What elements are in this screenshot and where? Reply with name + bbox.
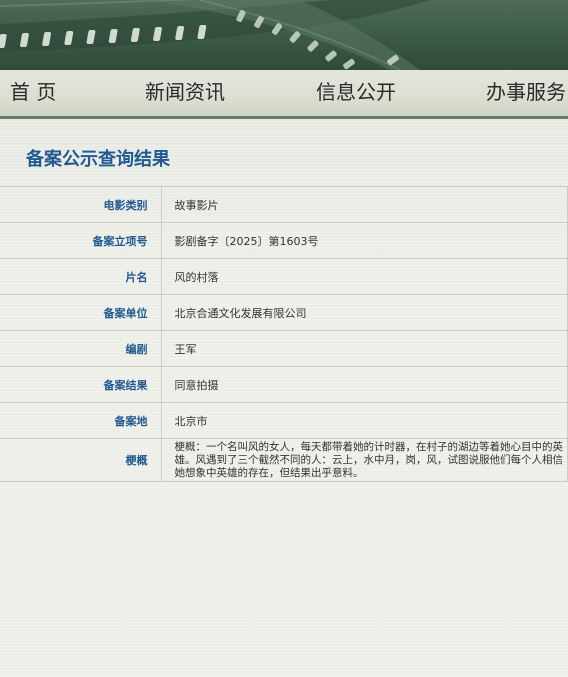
row-label-film-title: 片名 xyxy=(0,258,162,295)
page-title: 备案公示查询结果 xyxy=(26,149,170,170)
film-strip-decoration xyxy=(0,0,430,70)
row-value-film-category: 故事影片 xyxy=(160,186,568,223)
row-value-filing-unit: 北京合通文化发展有限公司 xyxy=(160,294,568,331)
row-value-screenwriter: 王军 xyxy=(160,330,568,367)
header-banner xyxy=(0,0,568,70)
row-label-filing-unit: 备案单位 xyxy=(0,294,162,331)
record-table: 电影类别 故事影片 备案立项号 影剧备字〔2025〕第1603号 片名 风的村落… xyxy=(0,186,568,482)
nav-item-services[interactable]: 办事服务 xyxy=(486,79,566,105)
row-label-filing-location: 备案地 xyxy=(0,402,162,439)
nav-item-home[interactable]: 首 页 xyxy=(10,79,56,105)
nav-item-news[interactable]: 新闻资讯 xyxy=(145,79,225,105)
row-label-synopsis: 梗概 xyxy=(0,438,162,482)
table-row: 备案单位 北京合通文化发展有限公司 xyxy=(0,294,568,331)
nav-item-info-disclosure[interactable]: 信息公开 xyxy=(316,79,396,105)
table-row: 梗概 梗概：一个名叫风的女人，每天都带着她的计时器，在村子的湖边等着她心目中的英… xyxy=(0,438,568,482)
table-row: 编剧 王军 xyxy=(0,330,568,367)
main-nav: 首 页 新闻资讯 信息公开 办事服务 xyxy=(0,70,568,119)
row-label-screenwriter: 编剧 xyxy=(0,330,162,367)
row-value-film-title: 风的村落 xyxy=(160,258,568,295)
table-row: 备案立项号 影剧备字〔2025〕第1603号 xyxy=(0,222,568,259)
table-row: 备案结果 同意拍摄 xyxy=(0,366,568,403)
row-value-filing-result: 同意拍摄 xyxy=(160,366,568,403)
row-value-filing-number: 影剧备字〔2025〕第1603号 xyxy=(160,222,568,259)
table-row: 备案地 北京市 xyxy=(0,402,568,439)
row-label-film-category: 电影类别 xyxy=(0,186,162,223)
row-value-filing-location: 北京市 xyxy=(160,402,568,439)
row-label-filing-result: 备案结果 xyxy=(0,366,162,403)
table-row: 电影类别 故事影片 xyxy=(0,186,568,223)
table-row: 片名 风的村落 xyxy=(0,258,568,295)
row-label-filing-number: 备案立项号 xyxy=(0,222,162,259)
row-value-synopsis: 梗概：一个名叫风的女人，每天都带着她的计时器，在村子的湖边等着她心目中的英雄。风… xyxy=(160,438,568,482)
